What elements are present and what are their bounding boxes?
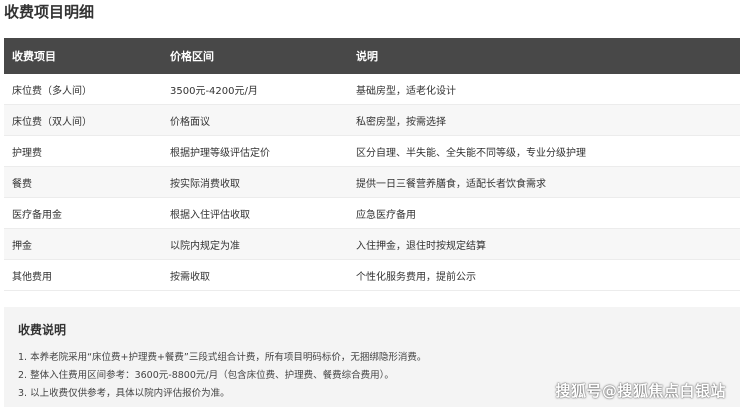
watermark: 搜狐号@搜狐焦点白银站: [555, 382, 726, 400]
table-row: 床位费（双人间） 价格面议 私密房型，按需选择: [4, 105, 740, 136]
cell-price: 根据入住评估收取: [170, 209, 250, 221]
cell-price: 按需收取: [170, 271, 210, 283]
table-row: 医疗备用金 根据入住评估收取 应急医疗备用: [4, 198, 740, 229]
table-row: 押金 以院内规定为准 入住押金，退住时按规定结算: [4, 229, 740, 260]
table-header: 收费项目 价格区间 说明: [4, 38, 740, 74]
header-price: 价格区间: [170, 50, 214, 63]
cell-desc: 应急医疗备用: [356, 209, 416, 221]
cell-price: 价格面议: [170, 116, 210, 128]
cell-item: 床位费（双人间）: [12, 116, 92, 128]
cell-desc: 入住押金，退住时按规定结算: [356, 240, 486, 252]
header-item: 收费项目: [12, 50, 56, 63]
cell-desc: 基础房型，适老化设计: [356, 85, 456, 97]
cell-desc: 私密房型，按需选择: [356, 116, 446, 128]
note-line: 1. 本养老院采用“床位费+护理费+餐费”三段式组合计费，所有项目明码标价，无捆…: [18, 352, 427, 363]
table-row: 床位费（多人间） 3500元-4200元/月 基础房型，适老化设计: [4, 74, 740, 105]
page-title: 收费项目明细: [4, 3, 95, 21]
cell-item: 医疗备用金: [12, 209, 62, 221]
fee-table: 收费项目 价格区间 说明 床位费（多人间） 3500元-4200元/月 基础房型…: [4, 38, 740, 291]
cell-item: 床位费（多人间）: [12, 85, 92, 97]
cell-desc: 区分自理、半失能、全失能不同等级，专业分级护理: [356, 147, 586, 159]
cell-item: 护理费: [12, 147, 42, 159]
cell-desc: 个性化服务费用，提前公示: [356, 271, 476, 283]
table-body: 床位费（多人间） 3500元-4200元/月 基础房型，适老化设计 床位费（双人…: [4, 74, 740, 291]
table-row: 餐费 按实际消费收取 提供一日三餐营养膳食，适配长者饮食需求: [4, 167, 740, 198]
note-line: 3. 以上收费仅供参考，具体以院内评估报价为准。: [18, 388, 230, 399]
cell-item: 押金: [12, 240, 32, 252]
cell-price: 以院内规定为准: [170, 240, 240, 252]
cell-price: 3500元-4200元/月: [170, 85, 258, 97]
table-row: 护理费 根据护理等级评估定价 区分自理、半失能、全失能不同等级，专业分级护理: [4, 136, 740, 167]
fee-notes-panel: 收费说明 1. 本养老院采用“床位费+护理费+餐费”三段式组合计费，所有项目明码…: [4, 307, 740, 407]
cell-item: 餐费: [12, 178, 32, 190]
cell-desc: 提供一日三餐营养膳食，适配长者饮食需求: [356, 178, 546, 190]
cell-item: 其他费用: [12, 271, 52, 283]
note-line: 2. 整体入住费用区间参考：3600元-8800元/月（包含床位费、护理费、餐费…: [18, 370, 394, 381]
cell-price: 按实际消费收取: [170, 178, 240, 190]
table-row: 其他费用 按需收取 个性化服务费用，提前公示: [4, 260, 740, 291]
notes-title: 收费说明: [18, 323, 67, 337]
cell-price: 根据护理等级评估定价: [170, 147, 270, 159]
header-desc: 说明: [356, 50, 378, 63]
